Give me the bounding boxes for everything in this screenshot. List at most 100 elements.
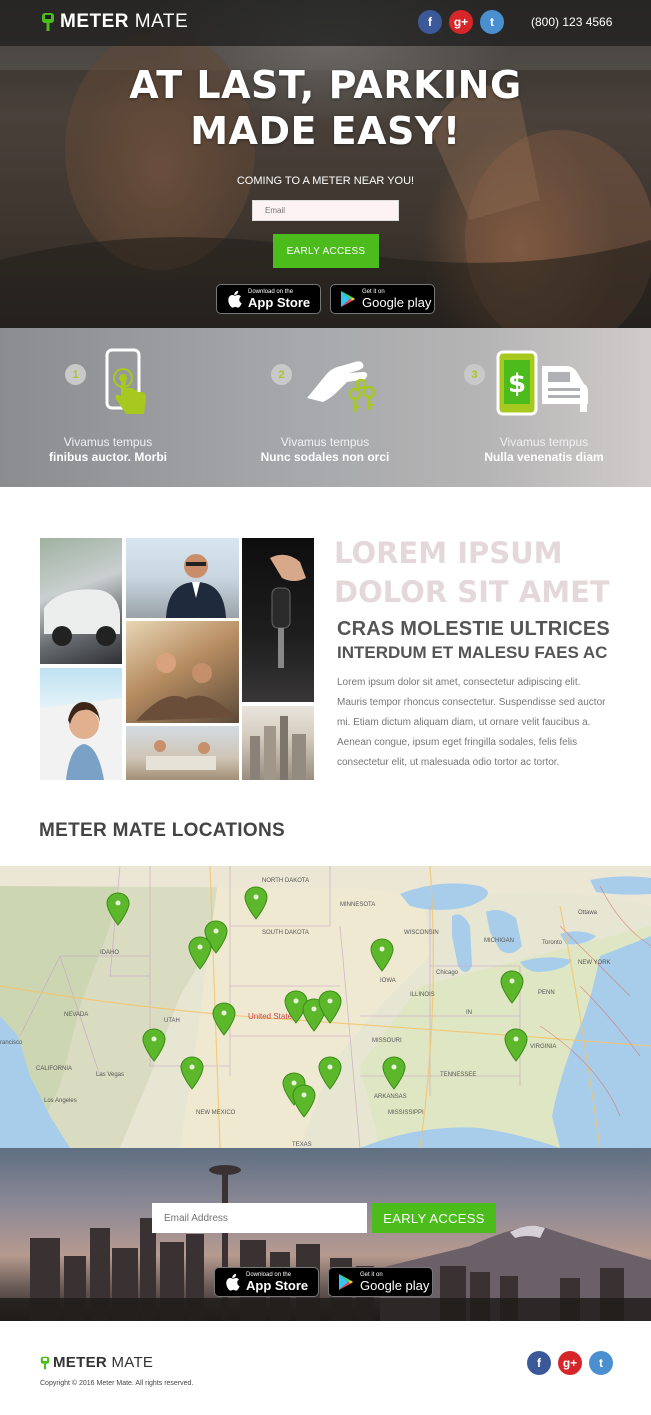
- map-label: NEW MEXICO: [196, 1110, 236, 1116]
- location-pin-icon[interactable]: [382, 1056, 406, 1090]
- svg-text:$: $: [508, 369, 526, 399]
- how-it-works-section: 1 Vivamus tempus finibus auctor. Morbi 2…: [0, 328, 651, 487]
- location-pin-icon[interactable]: [244, 886, 268, 920]
- location-pin-icon[interactable]: [212, 1002, 236, 1036]
- hero-email-input[interactable]: [252, 200, 399, 221]
- map-label: Los Angeles: [44, 1098, 77, 1104]
- signup-early-access-button[interactable]: EARLY ACCESS: [372, 1203, 496, 1233]
- city-skyline-photo: [242, 706, 314, 780]
- signup-google-play-button[interactable]: Get it on Google play: [328, 1267, 433, 1297]
- footer-logo[interactable]: METER MATE: [40, 1354, 153, 1371]
- twitter-icon[interactable]: t: [589, 1351, 613, 1375]
- step-3: 3 $ Vivamus tempus Nulla venenatis diam: [444, 328, 644, 487]
- locations-map[interactable]: NORTH DAKOTA MINNESOTA SOUTH DAKOTA IDAH…: [0, 866, 651, 1148]
- map-label: NEVADA: [64, 1012, 89, 1018]
- map-label: MICHIGAN: [484, 938, 514, 944]
- app-store-big-text: App Store: [246, 1278, 309, 1293]
- location-pin-icon[interactable]: [106, 892, 130, 926]
- step-line1: Vivamus tempus: [63, 435, 153, 449]
- signup-email-input[interactable]: [152, 1203, 367, 1233]
- twitter-icon[interactable]: t: [480, 10, 504, 34]
- google-plus-icon[interactable]: g+: [449, 10, 473, 34]
- friends-convertible-photo: [126, 621, 239, 723]
- step-number: 2: [271, 364, 292, 385]
- map-label: IOWA: [380, 978, 396, 984]
- facebook-icon[interactable]: f: [527, 1351, 551, 1375]
- header-social-links: f g+ t: [418, 10, 504, 34]
- google-play-big-text: Google play: [360, 1278, 430, 1293]
- map-label: TENNESSEE: [440, 1072, 477, 1078]
- photo-collage: [40, 538, 314, 780]
- map-label: CALIFORNIA: [36, 1066, 73, 1072]
- location-pin-icon[interactable]: [504, 1028, 528, 1062]
- signup-app-store-button[interactable]: Download on the App Store: [214, 1267, 319, 1297]
- phone-pay-car-icon: $: [496, 350, 588, 416]
- apple-icon: [223, 1272, 241, 1292]
- about-subheading-light: CRAS MOLESTIE ULTRICES: [337, 618, 610, 640]
- google-play-big-text: Google play: [362, 295, 432, 310]
- hero-title: AT LAST, PARKING MADE EASY!: [129, 63, 522, 153]
- google-play-icon: [339, 289, 357, 309]
- map-label: WISCONSIN: [404, 930, 439, 936]
- location-pin-icon[interactable]: [318, 1056, 342, 1090]
- map-label: UTAH: [164, 1018, 180, 1024]
- location-pin-icon[interactable]: [500, 970, 524, 1004]
- about-subheading-bold: INTERDUM ET MALESU FAES AC: [337, 643, 608, 662]
- map-label: MISSISSIPPI: [388, 1110, 424, 1116]
- step-line2: Nunc sodales non orci: [260, 450, 390, 464]
- sports-car-photo: [40, 538, 122, 664]
- location-pin-icon[interactable]: [180, 1056, 204, 1090]
- businessman-phone-photo: [126, 538, 239, 618]
- step-number: 3: [464, 364, 485, 385]
- car-key-photo: [242, 538, 314, 702]
- phone-number[interactable]: (800) 123 4566: [531, 15, 612, 29]
- map-label: SOUTH DAKOTA: [262, 930, 309, 936]
- parking-meter-icon: [42, 13, 54, 31]
- location-pin-icon[interactable]: [370, 938, 394, 972]
- google-plus-icon[interactable]: g+: [558, 1351, 582, 1375]
- early-access-button[interactable]: EARLY ACCESS: [273, 234, 379, 268]
- map-label: Ottawa: [578, 910, 598, 916]
- facebook-icon[interactable]: f: [418, 10, 442, 34]
- step-line1: Vivamus tempus: [280, 435, 370, 449]
- location-pin-icon[interactable]: [188, 936, 212, 970]
- step-2: 2 Vivamus tempus Nunc sodales non orci: [225, 328, 425, 487]
- map-label: ILLINOIS: [410, 992, 435, 998]
- map-label: PENN: [538, 990, 555, 996]
- map-label: rancisco: [0, 1040, 23, 1046]
- map-label: MINNESOTA: [340, 902, 376, 908]
- step-1: 1 Vivamus tempus finibus auctor. Morbi: [8, 328, 208, 487]
- map-label: MISSOURI: [372, 1038, 402, 1044]
- app-store-big-text: App Store: [248, 295, 311, 310]
- about-body: Lorem ipsum dolor sit amet, consectetur …: [337, 677, 606, 768]
- step-line2: Nulla venenatis diam: [484, 450, 604, 464]
- map-label: NORTH DAKOTA: [262, 878, 310, 884]
- map-label: Toronto: [542, 940, 563, 946]
- apple-icon: [225, 289, 243, 309]
- location-pin-icon[interactable]: [142, 1028, 166, 1062]
- hero-overlay: [0, 0, 651, 328]
- location-pin-icon[interactable]: [292, 1084, 316, 1118]
- step-number: 1: [65, 364, 86, 385]
- footer-brand-name: METER MATE: [53, 1354, 154, 1371]
- top-navbar: METER MATE f g+ t (800) 123 4566: [0, 0, 651, 46]
- hand-keys-icon: [307, 361, 376, 412]
- about-heading: LOREM IPSUM DOLOR SIT AMET: [334, 536, 610, 609]
- footer-social-links: f g+ t: [527, 1351, 613, 1375]
- location-pin-icon[interactable]: [318, 990, 342, 1024]
- locations-title: METER MATE LOCATIONS: [39, 820, 285, 841]
- map-label: Las Vegas: [96, 1072, 125, 1078]
- google-play-icon: [337, 1272, 355, 1292]
- step-line2: finibus auctor. Morbi: [48, 450, 167, 464]
- map-label: ARKANSAS: [374, 1094, 407, 1100]
- phone-tap-icon: [105, 348, 146, 414]
- signup-section: EARLY ACCESS Download on theApp Store Ge…: [0, 1148, 651, 1321]
- map-label: NEW YORK: [578, 960, 611, 966]
- app-store-button[interactable]: Download on the App Store: [216, 284, 321, 314]
- google-play-button[interactable]: Get it on Google play: [330, 284, 435, 314]
- hero-section: METER MATE f g+ t (800) 123 4566 AT LAST…: [0, 0, 651, 328]
- header-logo[interactable]: METER MATE: [41, 11, 188, 33]
- hero-subtitle: COMING TO A METER NEAR YOU!: [236, 175, 415, 187]
- parking-meter-icon: [40, 1356, 50, 1369]
- map-label: IDAHO: [100, 950, 120, 956]
